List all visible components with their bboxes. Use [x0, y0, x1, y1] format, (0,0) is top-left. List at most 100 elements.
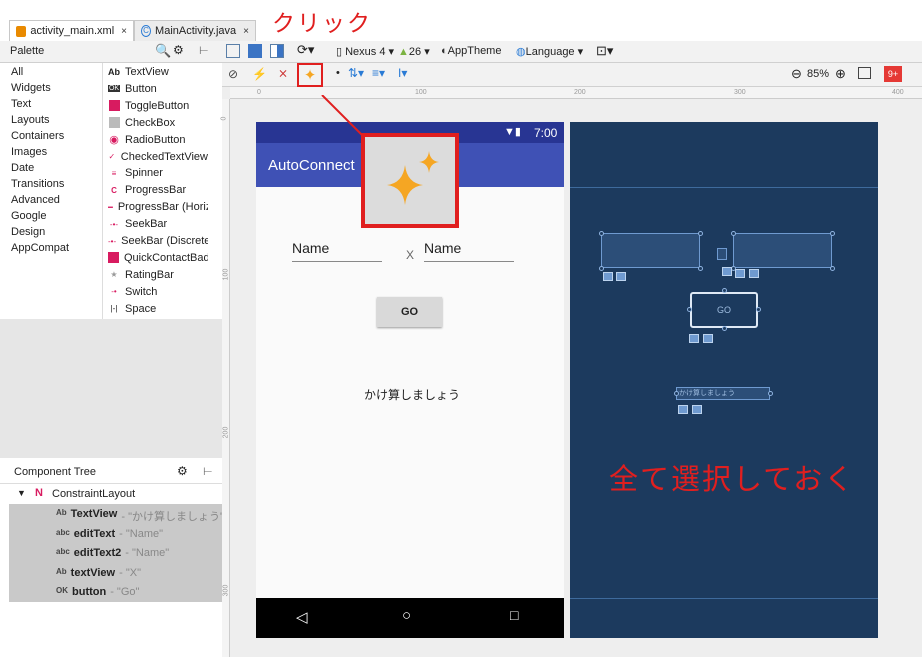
orientation-icon[interactable]: ⟳▾ — [297, 42, 314, 58]
tree-item[interactable]: abc editText2- "Name" — [56, 547, 169, 559]
go-button[interactable]: GO — [377, 297, 442, 327]
palette-category[interactable]: Design — [11, 226, 45, 238]
palette-category[interactable]: Date — [11, 162, 34, 174]
palette-category[interactable]: AppCompat — [11, 242, 69, 254]
expand-icon[interactable]: ▼ — [17, 488, 26, 498]
pack-icon[interactable]: ⇅▾ — [348, 66, 364, 80]
tree-root[interactable]: ▼ N ConstraintLayout — [0, 485, 222, 503]
language-selector[interactable]: ◍Language ▾ — [516, 45, 583, 58]
sparkle-icon — [387, 151, 439, 205]
blueprint-view[interactable]: GO かけ算しましょう 全て選択しておく — [570, 122, 878, 638]
collapse-icon[interactable]: ⊢ — [199, 44, 209, 57]
widget-icon: Ab — [56, 508, 67, 517]
palette-item[interactable]: QuickContactBadge — [108, 252, 208, 264]
gear-icon[interactable]: ⚙ — [177, 464, 188, 478]
palette-item-label: Spinner — [125, 167, 163, 180]
palette-item-label: ToggleButton — [125, 99, 190, 112]
palette-item[interactable]: -• Switch — [108, 286, 208, 298]
palette-category[interactable]: Layouts — [11, 114, 50, 126]
palette-item[interactable]: -•- SeekBar — [108, 218, 208, 230]
palette-item-label: RatingBar — [125, 268, 174, 281]
blueprint-edit-text-1[interactable] — [601, 233, 700, 268]
palette-item[interactable]: C ProgressBar — [108, 184, 208, 196]
progress-icon: C — [111, 185, 117, 195]
palette-item[interactable]: CheckBox — [108, 117, 208, 129]
design-view-icon[interactable] — [226, 44, 240, 58]
search-icon[interactable]: 🔍 — [155, 43, 171, 59]
tree-root-label: ConstraintLayout — [52, 488, 136, 500]
radio-icon: ◉ — [109, 134, 119, 146]
zoom-in-icon[interactable]: ⊕ — [835, 66, 846, 82]
toggle-icon — [108, 100, 120, 112]
palette-item[interactable]: ◉ RadioButton — [108, 134, 208, 146]
split-view-icon[interactable] — [270, 44, 284, 58]
back-icon[interactable]: ◁ — [296, 608, 308, 626]
align-icon[interactable]: ≡▾ — [372, 66, 385, 80]
device-selector[interactable]: ▯ Nexus 4 ▾ — [336, 45, 394, 58]
OK-icon: OK — [108, 85, 121, 93]
blueprint-view-icon[interactable] — [248, 44, 262, 58]
palette-category[interactable]: Images — [11, 146, 47, 158]
clear-constraints-icon[interactable]: ⨯ — [278, 66, 288, 80]
api-selector[interactable]: ▲26 ▾ — [398, 45, 430, 58]
tree-item[interactable]: OK button - "Go" — [56, 586, 139, 598]
warnings-badge[interactable]: 9+ — [884, 66, 902, 82]
palette-item[interactable]: ★ RatingBar — [108, 269, 208, 281]
show-constraints-icon[interactable]: ⊘ — [228, 67, 238, 81]
tree-item-name: textView — [70, 566, 116, 579]
gear-icon[interactable]: ⚙ — [173, 43, 184, 57]
multiply-text: かけ算しましょう — [364, 388, 461, 402]
palette-item[interactable]: ≡ Spinner — [108, 167, 208, 179]
zoom-fit-icon[interactable] — [858, 67, 871, 79]
palette-category[interactable]: Containers — [11, 130, 64, 142]
blueprint-text[interactable]: かけ算しましょう — [676, 387, 770, 400]
design-toolbar: ⊘ ⚡ ⨯ ✦ • ⇅▾ ≡▾ I▾ ⊖ 85% ⊕ ✋ 9+ — [222, 63, 922, 87]
tree-item-value: - "Name" — [119, 527, 164, 540]
blueprint-x-label[interactable] — [717, 248, 727, 260]
click-annotation: クリック — [272, 11, 372, 37]
autoconnect-icon[interactable]: ⚡ — [252, 67, 267, 81]
layout-variants-icon[interactable]: ⊡▾ — [596, 43, 613, 59]
palette-item[interactable]: ✓ CheckedTextView — [108, 151, 208, 163]
blueprint-go-button[interactable]: GO — [690, 292, 758, 328]
palette-category[interactable]: Text — [11, 98, 31, 110]
tab-activity-main[interactable]: activity_main.xml × — [9, 20, 134, 41]
guidelines-icon[interactable]: I▾ — [398, 66, 407, 80]
palette-category[interactable]: Google — [11, 210, 46, 222]
tab-main-activity[interactable]: C MainActivity.java × — [134, 20, 256, 41]
tree-item[interactable]: Ab textView - "X" — [56, 567, 141, 579]
palette-category[interactable]: Transitions — [11, 178, 64, 190]
palette-item[interactable]: |-| Space — [108, 303, 208, 315]
palette-category[interactable]: Advanced — [11, 194, 60, 206]
palette-item-label: RadioButton — [125, 133, 186, 146]
recents-icon[interactable]: □ — [510, 607, 518, 623]
palette-category[interactable]: All — [11, 66, 23, 78]
x-label: X — [406, 248, 415, 262]
tree-item-value: - "X" — [119, 566, 141, 579]
palette-item[interactable]: ToggleButton — [108, 100, 208, 112]
palette-item[interactable]: Ab TextView — [108, 66, 208, 78]
palette-item[interactable]: -•- SeekBar (Discrete) — [108, 235, 208, 247]
app-title: AutoConnect — [268, 157, 355, 174]
infer-constraints-icon[interactable]: ✦ — [297, 63, 323, 87]
edit-text-2[interactable]: Name — [424, 240, 514, 262]
tree-item-name: button — [72, 586, 107, 598]
palette-item-label: Space — [125, 302, 157, 315]
palette-item[interactable]: ━ ProgressBar (Horizontal) — [108, 201, 208, 213]
tree-item[interactable]: abc editText - "Name" — [56, 528, 163, 540]
close-icon[interactable]: × — [243, 26, 249, 37]
progressh-icon: ━ — [108, 202, 113, 212]
home-icon[interactable]: ○ — [402, 607, 411, 624]
java-class-icon: C — [141, 25, 152, 37]
palette-category[interactable]: Widgets — [11, 82, 51, 94]
margin-icon[interactable]: • — [336, 67, 340, 79]
edit-text-1[interactable]: Name — [292, 240, 382, 262]
collapse-icon[interactable]: ⊢ — [203, 465, 213, 478]
tree-item[interactable]: Ab TextView - "かけ算しましょう" — [56, 508, 224, 524]
close-icon[interactable]: × — [121, 26, 127, 37]
blueprint-edit-text-2[interactable] — [733, 233, 832, 268]
palette-item[interactable]: OK Button — [108, 83, 208, 95]
switch-icon: -• — [111, 287, 117, 297]
zoom-out-icon[interactable]: ⊖ — [791, 66, 802, 82]
theme-selector[interactable]: ◐AppTheme — [441, 45, 501, 57]
